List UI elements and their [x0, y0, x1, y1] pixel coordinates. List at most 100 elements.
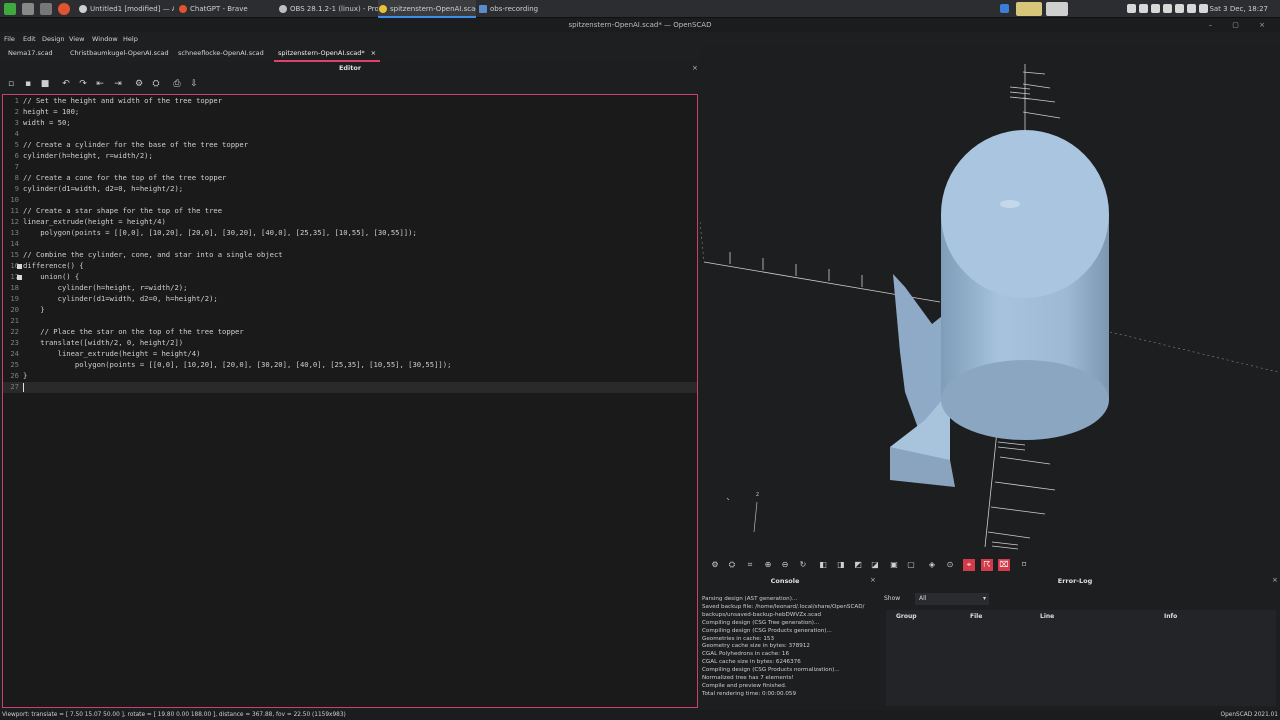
- code-line[interactable]: cylinder(h=height, r=width/2);: [23, 283, 188, 292]
- tab-schneeflocke[interactable]: schneeflocke-OpenAI.scad: [178, 46, 264, 62]
- code-line[interactable]: polygon(points = [[0,0], [10,20], [20,0]…: [23, 228, 416, 237]
- show-filter-select[interactable]: All ▾: [915, 593, 989, 605]
- code-line[interactable]: // Create a star shape for the top of th…: [23, 206, 222, 215]
- code-line[interactable]: cylinder(h=height, r=width/2);: [23, 151, 153, 160]
- tray-thumbnail-2[interactable]: [1046, 2, 1068, 16]
- power-icon[interactable]: [1199, 4, 1208, 13]
- view-right-icon[interactable]: ◧: [817, 559, 829, 571]
- show-axes-icon[interactable]: ☈: [981, 559, 993, 571]
- code-line[interactable]: // Set the height and width of the tree …: [23, 96, 222, 105]
- console-close-icon[interactable]: ×: [870, 576, 876, 584]
- tray-thumbnail[interactable]: [1016, 2, 1042, 16]
- preview-icon[interactable]: ⚙: [709, 559, 721, 571]
- editor-close-icon[interactable]: ×: [692, 62, 698, 74]
- task-text-editor[interactable]: Untitled1 [modified] — A…: [78, 0, 174, 18]
- fold-marker-icon[interactable]: [17, 275, 22, 280]
- send-to-print-icon[interactable]: ⇩: [189, 79, 199, 89]
- volume-icon[interactable]: [1187, 4, 1196, 13]
- clock[interactable]: Sat 3 Dec, 18:27: [1209, 0, 1268, 18]
- window-controls[interactable]: – ▢ ×: [1209, 18, 1274, 32]
- preview-icon[interactable]: ⚙: [134, 79, 144, 89]
- code-line[interactable]: // Combine the cylinder, cone, and star …: [23, 250, 283, 259]
- network-icon[interactable]: [1163, 4, 1172, 13]
- open-file-icon[interactable]: ▪: [23, 79, 33, 89]
- clipboard-icon[interactable]: [1139, 4, 1148, 13]
- code-line[interactable]: cylinder(d1=width, d2=0, h=height/2);: [23, 294, 218, 303]
- console-line: Parsing design (AST generation)...: [702, 596, 798, 602]
- view-back-icon[interactable]: ▢: [905, 559, 917, 571]
- column-group[interactable]: Group: [896, 610, 917, 624]
- code-line[interactable]: // Create a cone for the top of the tree…: [23, 173, 226, 182]
- unindent-icon[interactable]: ⇤: [95, 79, 105, 89]
- code-line[interactable]: }: [23, 371, 27, 380]
- code-line[interactable]: // Create a cylinder for the base of the…: [23, 140, 248, 149]
- code-editor[interactable]: 1 // Set the height and width of the tree…: [2, 94, 698, 708]
- code-line[interactable]: linear_extrude(height = height/4): [23, 349, 201, 358]
- redo-icon[interactable]: ↷: [78, 79, 88, 89]
- code-line[interactable]: linear_extrude(height = height/4): [23, 217, 166, 226]
- error-log-close-icon[interactable]: ×: [1272, 576, 1278, 584]
- menu-help[interactable]: Help: [123, 32, 138, 46]
- tray-app-icon[interactable]: [1000, 4, 1009, 13]
- task-openscad[interactable]: spitzenstern-OpenAI.scad…: [378, 0, 476, 18]
- app-menu-icon[interactable]: [4, 3, 16, 15]
- shield-icon[interactable]: [1127, 4, 1136, 13]
- 3d-viewport[interactable]: z: [700, 62, 1280, 558]
- code-line[interactable]: width = 50;: [23, 118, 71, 127]
- code-line[interactable]: cylinder(d1=width, d2=0, h=height/2);: [23, 184, 183, 193]
- line-number: 8: [14, 173, 19, 182]
- error-log-table[interactable]: Group File Line Info: [886, 610, 1276, 706]
- view-left-icon[interactable]: ◪: [869, 559, 881, 571]
- code-line[interactable]: }: [23, 305, 44, 314]
- export-stl-icon[interactable]: ⎙: [172, 79, 182, 89]
- bluetooth-icon[interactable]: [1175, 4, 1184, 13]
- render-icon[interactable]: ⛭: [726, 559, 738, 571]
- code-line[interactable]: union() {: [23, 272, 79, 281]
- column-info[interactable]: Info: [1164, 610, 1177, 624]
- perspective-icon[interactable]: ⌖: [963, 559, 975, 571]
- indent-icon[interactable]: ⇥: [113, 79, 123, 89]
- tab-christbaumkugel[interactable]: Christbaumkugel-OpenAI.scad: [70, 46, 169, 62]
- reset-view-icon[interactable]: ↻: [797, 559, 809, 571]
- menu-design[interactable]: Design: [42, 32, 64, 46]
- tab-nema17[interactable]: Nema17.scad: [8, 46, 53, 62]
- column-line[interactable]: Line: [1040, 610, 1054, 624]
- code-line[interactable]: difference() {: [23, 261, 84, 270]
- zoom-out-icon[interactable]: ⊖: [779, 559, 791, 571]
- console-output[interactable]: Parsing design (AST generation)... Saved …: [702, 596, 878, 706]
- code-line[interactable]: height = 100;: [23, 107, 79, 116]
- fold-marker-icon[interactable]: [17, 264, 22, 269]
- task-chatgpt[interactable]: ChatGPT - Brave: [178, 0, 274, 18]
- menu-view[interactable]: View: [69, 32, 84, 46]
- view-bottom-icon[interactable]: ◩: [852, 559, 864, 571]
- crosshairs-icon[interactable]: ⌑: [1018, 559, 1030, 571]
- view-diagonal-icon[interactable]: ◈: [926, 559, 938, 571]
- save-icon[interactable]: ■: [40, 79, 50, 89]
- zoom-in-icon[interactable]: ⊕: [762, 559, 774, 571]
- view-front-icon[interactable]: ▣: [888, 559, 900, 571]
- new-file-icon[interactable]: ▫: [6, 79, 16, 89]
- undo-icon[interactable]: ↶: [61, 79, 71, 89]
- view-all-icon[interactable]: ⌗: [744, 559, 756, 571]
- task-obs[interactable]: OBS 28.1.2-1 (linux) - Profi…: [278, 0, 378, 18]
- menu-bar: File Edit Design View Window Help: [0, 32, 1280, 46]
- column-file[interactable]: File: [970, 610, 982, 624]
- browser-icon[interactable]: [58, 3, 70, 15]
- show-edges-icon[interactable]: ⌧: [998, 559, 1010, 571]
- terminal-icon[interactable]: [40, 3, 52, 15]
- menu-edit[interactable]: Edit: [23, 32, 36, 46]
- view-top-icon[interactable]: ◨: [835, 559, 847, 571]
- menu-window[interactable]: Window: [92, 32, 118, 46]
- close-tab-icon[interactable]: ×: [371, 49, 376, 57]
- link-icon[interactable]: [1151, 4, 1160, 13]
- menu-file[interactable]: File: [4, 32, 15, 46]
- task-obs-recording[interactable]: obs-recording: [478, 0, 548, 18]
- tab-spitzenstern[interactable]: spitzenstern-OpenAI.scad* ×: [274, 46, 381, 62]
- code-line[interactable]: // Place the star on the top of the tree…: [23, 327, 243, 336]
- brave-icon: [179, 5, 187, 13]
- files-icon[interactable]: [22, 3, 34, 15]
- render-icon[interactable]: ⛭: [151, 79, 161, 89]
- code-line[interactable]: polygon(points = [[0,0], [10,20], [20,0]…: [23, 360, 451, 369]
- code-line[interactable]: translate([width/2, 0, height/2]): [23, 338, 183, 347]
- view-center-icon[interactable]: ⊙: [944, 559, 956, 571]
